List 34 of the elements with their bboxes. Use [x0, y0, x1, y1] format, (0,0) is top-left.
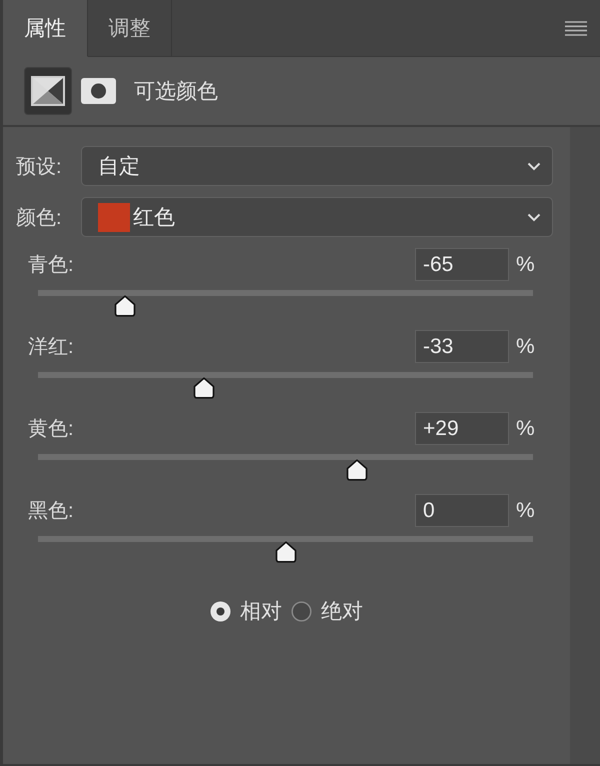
panel-title: 可选颜色	[134, 79, 218, 105]
value-field[interactable]: +29	[415, 412, 509, 445]
slider-label: 洋红:	[28, 335, 75, 360]
radio-label[interactable]: 绝对	[321, 597, 363, 625]
chevron-icon	[527, 212, 541, 222]
adjustment-button[interactable]	[24, 67, 72, 115]
percent-unit: %	[516, 416, 536, 440]
menu-icon[interactable]	[565, 20, 587, 36]
field-label: 预设:	[16, 154, 63, 180]
slider-thumb[interactable]	[192, 377, 216, 399]
tab[interactable]: 调整	[88, 0, 172, 57]
slider-thumb[interactable]	[112, 295, 137, 317]
slider-label: 黑色:	[28, 499, 75, 524]
slider-thumb[interactable]	[345, 459, 370, 481]
radio-label[interactable]: 相对	[240, 597, 282, 625]
value-field[interactable]: 0	[415, 494, 509, 527]
radio-button[interactable]	[210, 600, 231, 622]
percent-unit: %	[516, 334, 536, 358]
field-label: 颜色:	[16, 206, 63, 230]
mask-icon	[81, 78, 116, 104]
split-square-icon	[31, 76, 65, 106]
slider-thumb[interactable]	[274, 541, 298, 563]
percent-unit: %	[516, 252, 536, 276]
slider-label: 青色:	[28, 253, 75, 278]
radio-button[interactable]	[291, 600, 312, 622]
tab[interactable]: 属性	[3, 0, 88, 57]
preset-dropdown[interactable]: 自定	[81, 146, 553, 186]
slider-label: 黄色:	[28, 417, 75, 442]
value-field[interactable]: -65	[415, 248, 509, 281]
mask-button[interactable]	[81, 78, 116, 104]
percent-unit: %	[516, 498, 536, 522]
color-dropdown[interactable]: 红色	[81, 197, 553, 237]
value-field[interactable]: -33	[415, 330, 509, 363]
chevron-icon	[527, 162, 541, 170]
